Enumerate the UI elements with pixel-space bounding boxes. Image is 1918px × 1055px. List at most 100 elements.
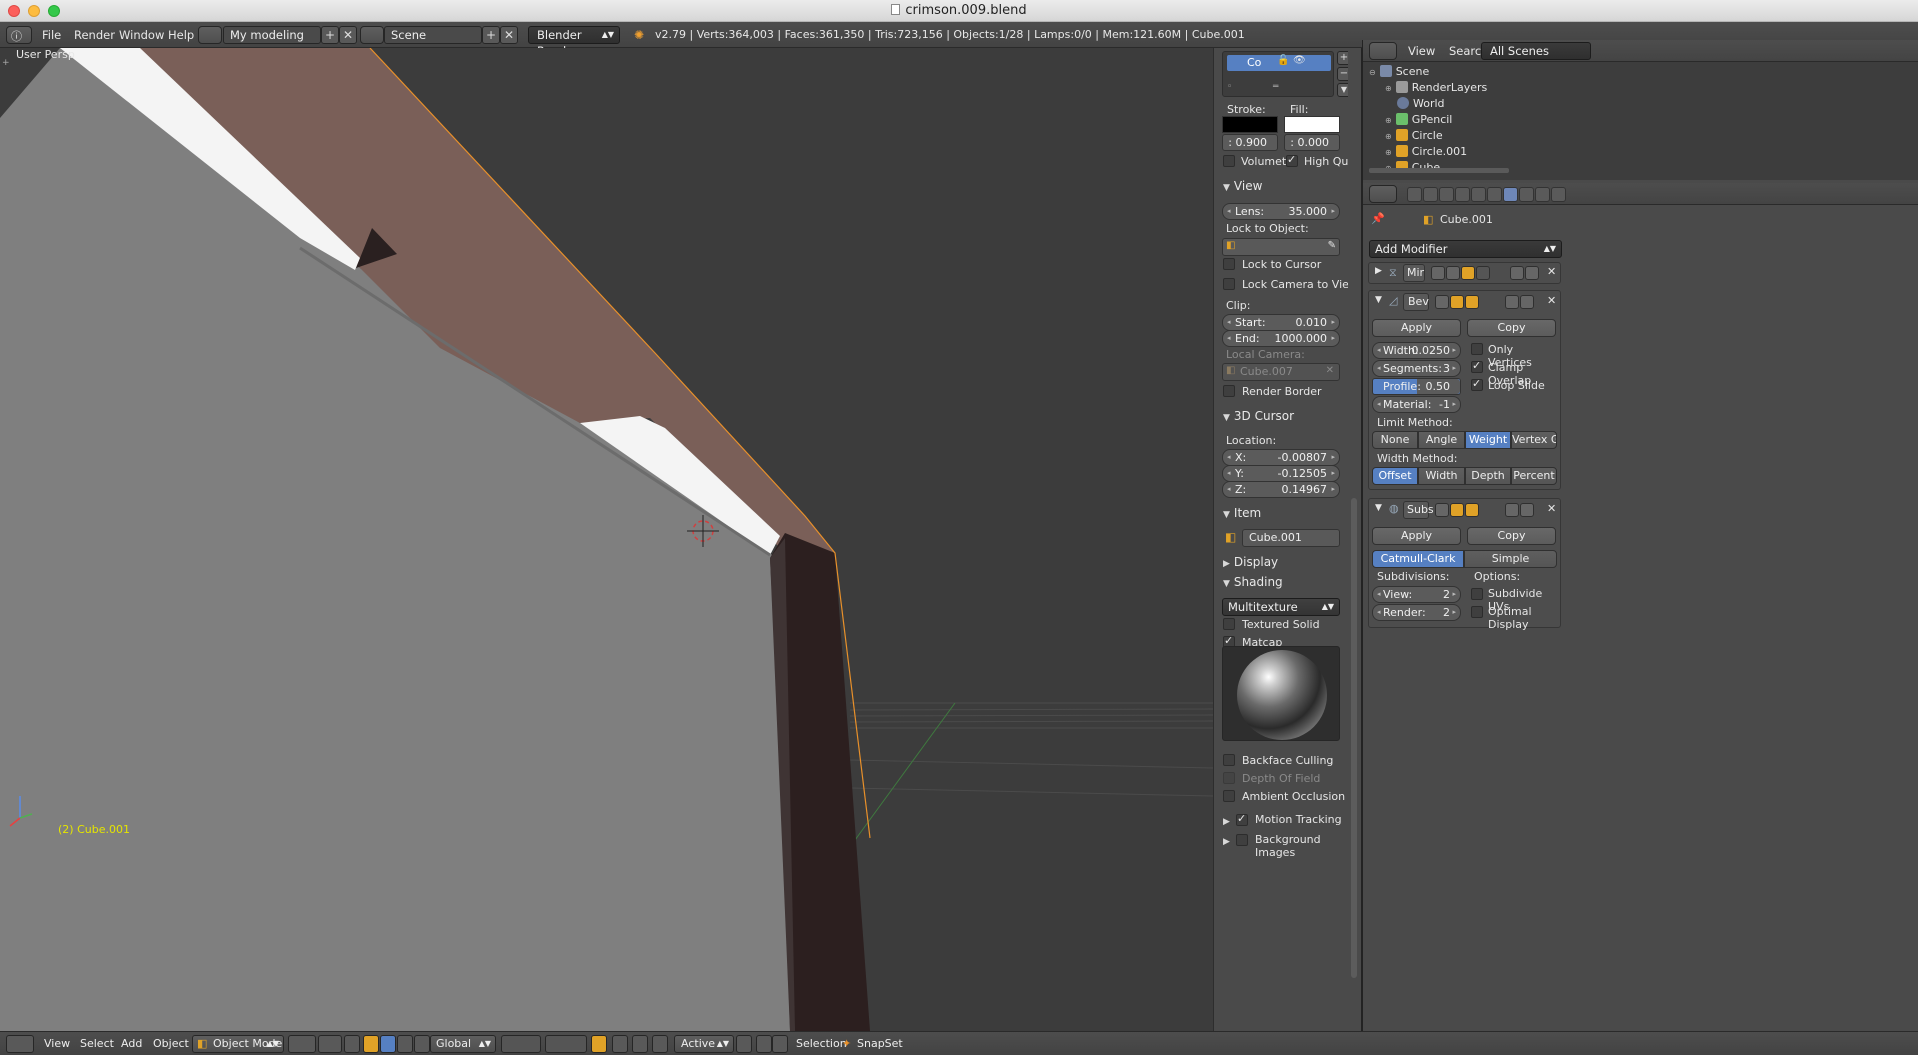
- clear-field-icon[interactable]: ✕: [1326, 365, 1334, 376]
- width-method-offset[interactable]: Offset: [1372, 467, 1418, 485]
- rotate-manipulator-icon[interactable]: [380, 1035, 396, 1053]
- add-modifier-dropdown[interactable]: Add Modifier ▲▼: [1369, 240, 1562, 258]
- high-quality-checkbox[interactable]: [1286, 153, 1298, 167]
- matcap-preview[interactable]: [1222, 646, 1340, 741]
- menu-help[interactable]: Help: [168, 22, 194, 48]
- lens-field[interactable]: ◂ Lens: 35.000 ▸: [1222, 203, 1340, 220]
- npanel-scrollbar[interactable]: [1348, 48, 1361, 1031]
- snap-align-icon[interactable]: [736, 1035, 752, 1053]
- bevel-apply-button[interactable]: Apply: [1372, 319, 1461, 337]
- ambient-occlusion-checkbox[interactable]: [1223, 790, 1235, 802]
- bevel-material-field[interactable]: ◂ Material: -1 ▸: [1372, 396, 1461, 413]
- menu-object[interactable]: Object: [153, 1032, 189, 1055]
- translate-manipulator-icon[interactable]: [363, 1035, 379, 1053]
- list-add-icon[interactable]: ◦: [1227, 82, 1232, 92]
- gp-layer-list[interactable]: Co 🔓 👁 ◦ ═: [1222, 51, 1334, 97]
- remove-modifier-icon[interactable]: ✕: [1547, 294, 1556, 307]
- editmode-toggle-icon[interactable]: [1465, 295, 1479, 309]
- list-resize-icon[interactable]: ═: [1273, 82, 1278, 92]
- viewport-toggle-icon[interactable]: [1446, 266, 1460, 280]
- 3d-viewport[interactable]: User Persp + (2) Cube.001: [0, 48, 1213, 1031]
- material-tab-icon[interactable]: [1535, 187, 1550, 202]
- local-camera-field[interactable]: ◧ Cube.007 ✕: [1222, 363, 1340, 381]
- bevel-copy-button[interactable]: Copy: [1467, 319, 1556, 337]
- outliner-hscrollbar[interactable]: [1369, 168, 1509, 173]
- subsurf-apply-button[interactable]: Apply: [1372, 527, 1461, 545]
- remove-scene-icon[interactable]: ✕: [500, 26, 518, 44]
- menu-view[interactable]: View: [44, 1032, 70, 1055]
- editmode-toggle-icon[interactable]: [1465, 503, 1479, 517]
- move-up-icon[interactable]: [1510, 266, 1524, 280]
- scale-manipulator-icon[interactable]: [397, 1035, 413, 1053]
- cursor-z-field[interactable]: ◂ Z: 0.14967 ▸: [1222, 481, 1340, 498]
- scene-icon[interactable]: [360, 26, 384, 44]
- proportional-edit-icon[interactable]: [612, 1035, 628, 1053]
- limit-method-weight[interactable]: Weight: [1465, 431, 1511, 449]
- add-scene-icon[interactable]: +: [482, 26, 500, 44]
- render-border-checkbox[interactable]: [1223, 385, 1235, 397]
- remove-screen-icon[interactable]: ✕: [339, 26, 357, 44]
- pin-icon[interactable]: 📌: [1371, 212, 1385, 225]
- background-images-checkbox[interactable]: [1236, 834, 1248, 846]
- snap-toggle-icon[interactable]: [652, 1035, 668, 1053]
- menu-select[interactable]: Select: [80, 1032, 114, 1055]
- eyedropper-icon[interactable]: ✎: [1328, 240, 1336, 251]
- render-toggle-icon[interactable]: [1431, 266, 1445, 280]
- clamp-overlap-checkbox[interactable]: [1471, 359, 1483, 373]
- outliner-row[interactable]: ⊕ GPencil: [1385, 112, 1452, 128]
- expanded-triangle-icon[interactable]: ▼: [1375, 503, 1382, 513]
- outliner-row[interactable]: ⊕ Circle: [1385, 128, 1443, 144]
- pivot-point-icon[interactable]: [318, 1035, 342, 1053]
- fill-color-swatch[interactable]: [1284, 116, 1340, 133]
- add-screen-icon[interactable]: +: [321, 26, 339, 44]
- clip-start-field[interactable]: ◂ Start: 0.010 ▸: [1222, 314, 1340, 331]
- limit-method-angle[interactable]: Angle: [1418, 431, 1465, 449]
- limit-method-none[interactable]: None: [1372, 431, 1418, 449]
- scrollbar-thumb[interactable]: [1351, 498, 1357, 978]
- view-panel-header[interactable]: ▼ View: [1223, 179, 1262, 193]
- subsurf-name-field[interactable]: Subs: [1403, 501, 1434, 519]
- lock-camera-checkbox[interactable]: [1223, 278, 1235, 290]
- expanded-triangle-icon[interactable]: ▼: [1375, 295, 1382, 305]
- remove-modifier-icon[interactable]: ✕: [1547, 265, 1556, 278]
- lock-object-field[interactable]: ◧ ✎: [1222, 238, 1340, 256]
- fill-alpha-field[interactable]: : 0.000: [1284, 134, 1340, 151]
- background-images-header[interactable]: ▶: [1223, 833, 1234, 847]
- render-layers-tab-icon[interactable]: [1423, 187, 1438, 202]
- subsurf-view-field[interactable]: ◂ View: 2 ▸: [1372, 586, 1461, 603]
- snap-element-dropdown[interactable]: Active ▲▼: [674, 1035, 734, 1053]
- menu-file[interactable]: File: [42, 22, 61, 48]
- subsurf-render-field[interactable]: ◂ Render: 2 ▸: [1372, 604, 1461, 621]
- editor-type-3d-icon[interactable]: [6, 1035, 34, 1053]
- mirror-name-field[interactable]: Mir: [1403, 264, 1425, 282]
- outliner-row[interactable]: World: [1397, 96, 1445, 112]
- shading-mode-dropdown[interactable]: Multitexture ▲▼: [1222, 598, 1340, 616]
- item-name-field[interactable]: Cube.001: [1242, 529, 1340, 547]
- outliner-display-dropdown[interactable]: All Scenes: [1481, 42, 1591, 60]
- backface-culling-checkbox[interactable]: [1223, 754, 1235, 766]
- bevel-segments-field[interactable]: ◂ Segments: 3 ▸: [1372, 360, 1461, 377]
- constraints-tab-icon[interactable]: [1487, 187, 1502, 202]
- viewport-shading-icon[interactable]: [288, 1035, 316, 1053]
- outliner-menu-view[interactable]: View: [1408, 40, 1435, 62]
- viewport-scene[interactable]: [0, 48, 1213, 1031]
- lock-layers-icon[interactable]: [591, 1035, 607, 1053]
- object-layers-grid[interactable]: [545, 1035, 587, 1053]
- viewport-toggle-icon[interactable]: [1450, 295, 1464, 309]
- move-up-icon[interactable]: [1505, 503, 1519, 517]
- lock-to-cursor-checkbox[interactable]: [1223, 258, 1235, 270]
- outliner-row[interactable]: ⊕ RenderLayers: [1385, 80, 1487, 96]
- scene-tab-icon[interactable]: [1439, 187, 1454, 202]
- render-tab-icon[interactable]: [1407, 187, 1422, 202]
- stroke-alpha-field[interactable]: : 0.900: [1222, 134, 1278, 151]
- cursor-panel-header[interactable]: ▼ 3D Cursor: [1223, 409, 1294, 423]
- transform-orientation-dropdown[interactable]: Global ▲▼: [430, 1035, 496, 1053]
- texture-tab-icon[interactable]: [1551, 187, 1566, 202]
- properties-editor-type-icon[interactable]: [1369, 185, 1397, 203]
- cage-toggle-icon[interactable]: [1476, 266, 1490, 280]
- mode-dropdown[interactable]: ◧ Object Mode ▲▼: [192, 1035, 284, 1053]
- editmode-toggle-icon[interactable]: [1461, 266, 1475, 280]
- cursor-x-field[interactable]: ◂ X: -0.00807 ▸: [1222, 449, 1340, 466]
- subsurf-type-simple[interactable]: Simple: [1464, 550, 1557, 568]
- manipulator-toggle-icon[interactable]: [344, 1035, 360, 1053]
